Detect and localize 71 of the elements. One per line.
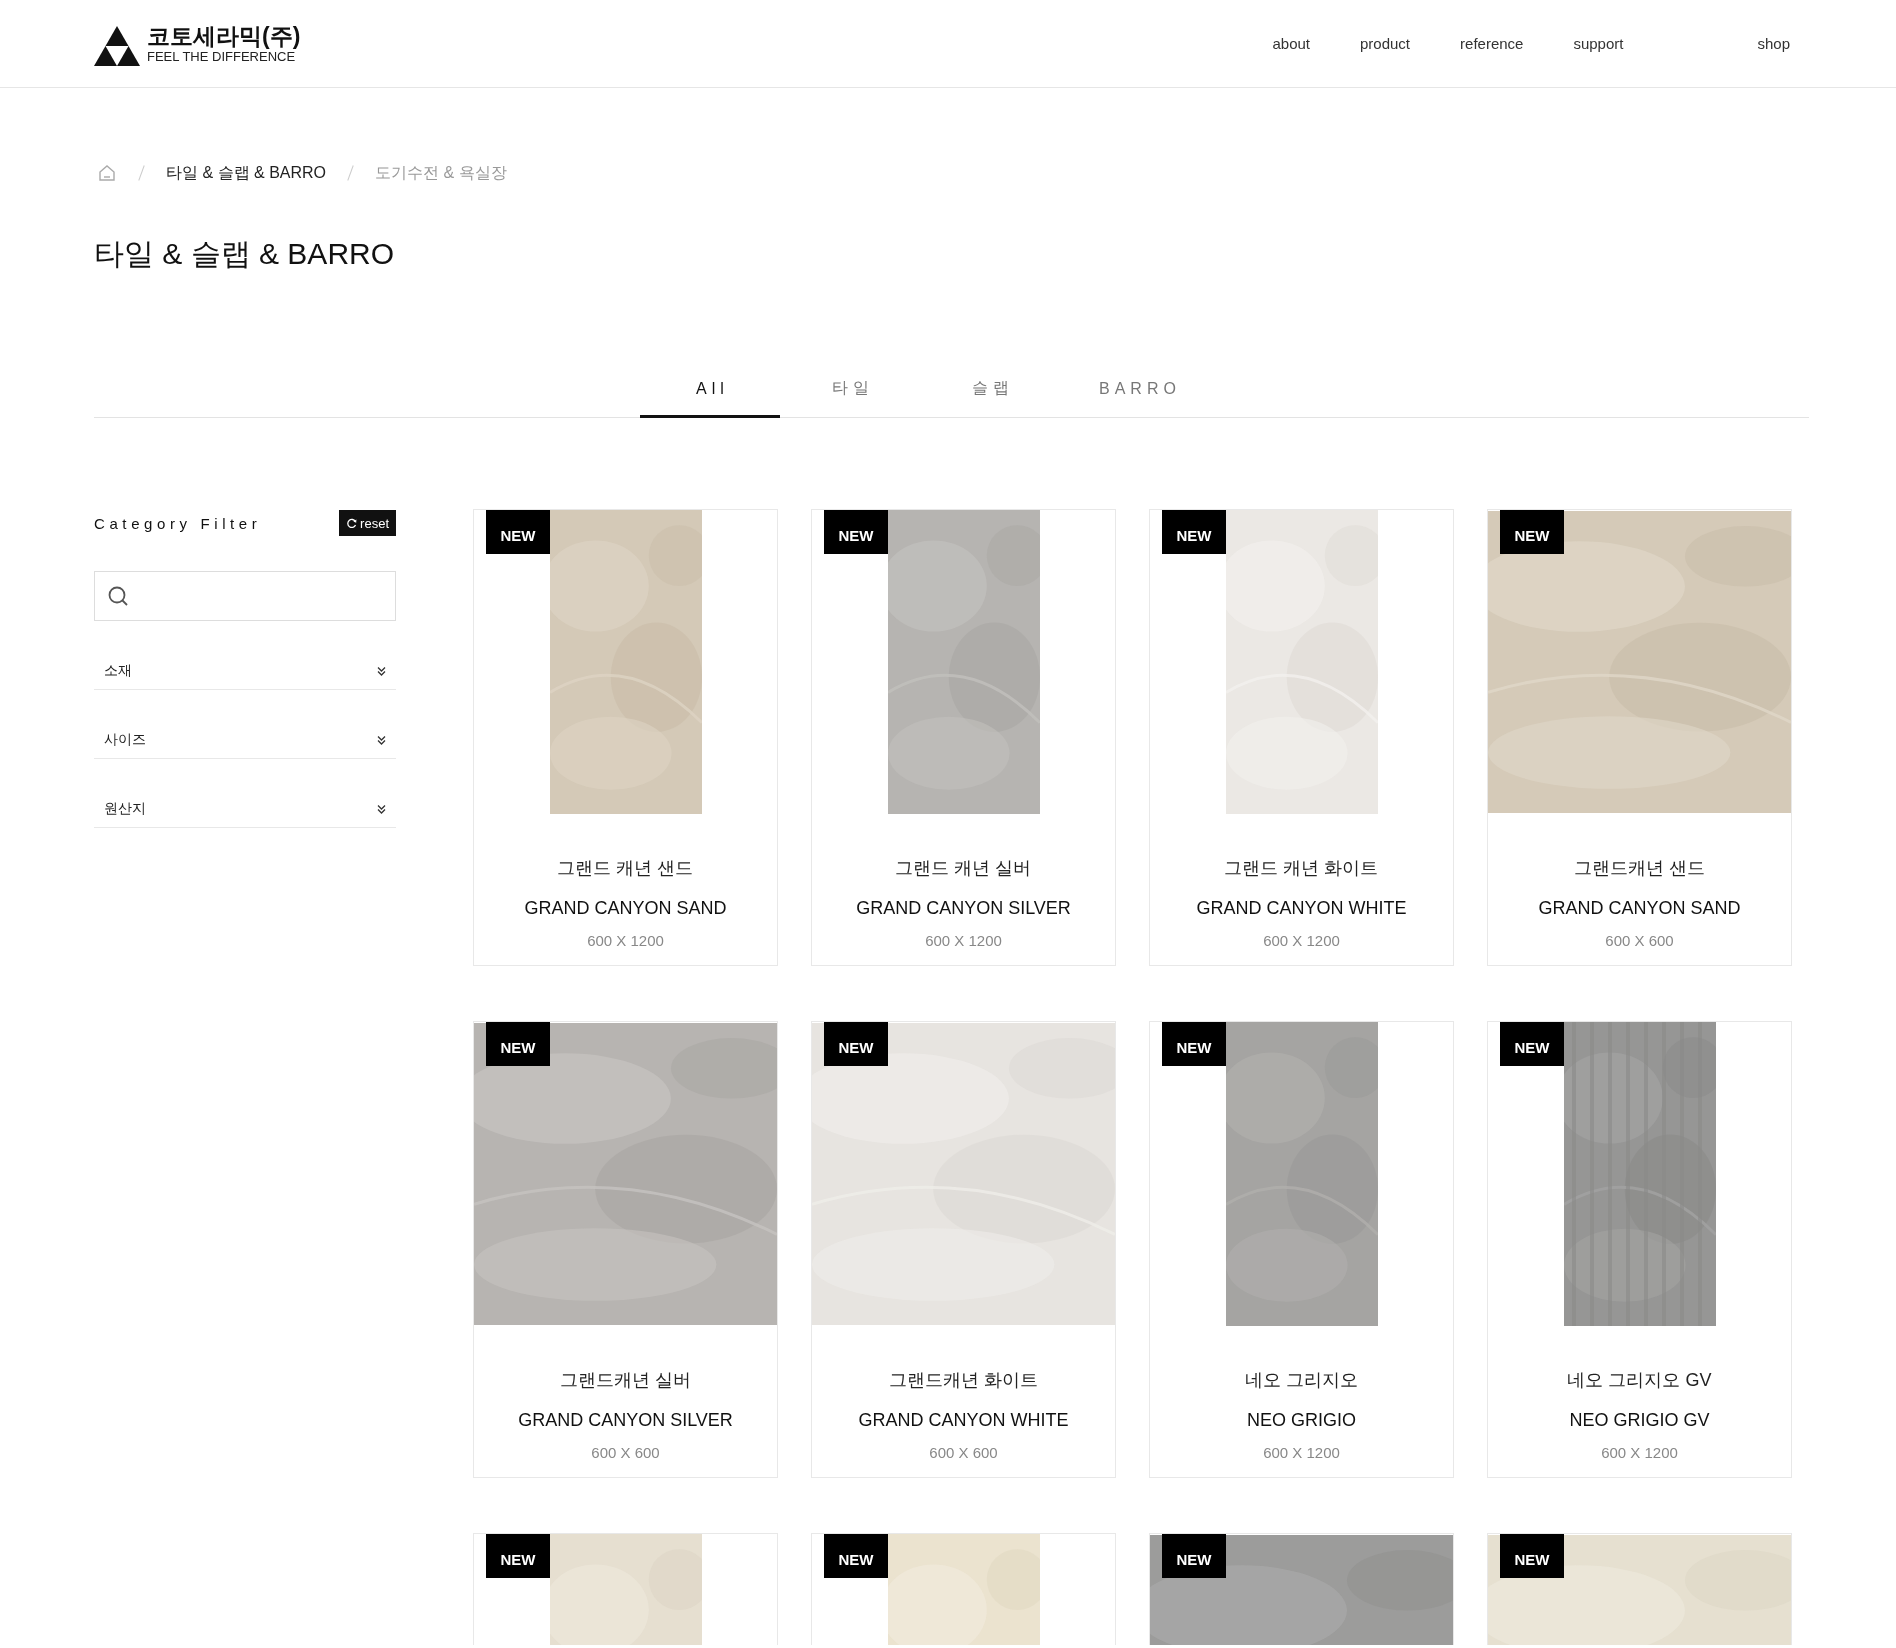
triangle-logo-icon xyxy=(94,25,140,66)
filter-title: Category Filter xyxy=(94,514,262,532)
nav-link[interactable]: about xyxy=(1272,35,1310,52)
product-card[interactable]: NEW 네오 그리지오 NEO GRIGIO 600 X 1200 xyxy=(1149,1021,1454,1478)
nav-link[interactable]: product xyxy=(1360,35,1411,52)
product-card[interactable]: NEW xyxy=(473,1533,778,1645)
new-badge: NEW xyxy=(824,510,888,554)
search-icon xyxy=(107,585,129,607)
category-tab[interactable]: BARRO xyxy=(1060,374,1215,418)
product-name-korean: 그랜드캐년 실버 xyxy=(560,1369,691,1392)
new-badge: NEW xyxy=(486,1534,550,1578)
new-badge: NEW xyxy=(1162,1022,1226,1066)
product-card[interactable]: NEW 그랜드캐년 실버 GRAND CANYON SILVER 600 X 600 xyxy=(473,1021,778,1478)
company-tagline: FEEL THE DIFFERENCE xyxy=(147,48,296,65)
new-badge: NEW xyxy=(1500,1534,1564,1578)
product-size: 600 X 1200 xyxy=(925,932,1002,949)
product-name-korean: 그랜드 캐년 화이트 xyxy=(1224,857,1379,880)
product-card[interactable]: NEW 네오 그리지오 GV NEO GRIGIO GV 600 X 1200 xyxy=(1487,1021,1792,1478)
product-name: GRAND CANYON SAND xyxy=(524,897,727,920)
new-badge: NEW xyxy=(1162,1534,1226,1578)
product-card[interactable]: NEW xyxy=(1487,1533,1792,1645)
new-badge: NEW xyxy=(824,1022,888,1066)
new-badge: NEW xyxy=(1500,510,1564,554)
product-name-korean: 네오 그리지오 GV xyxy=(1567,1369,1712,1392)
nav-link[interactable]: shop xyxy=(1757,35,1790,52)
product-name-korean: 그랜드캐년 샌드 xyxy=(1574,857,1705,880)
product-size: 600 X 600 xyxy=(1605,932,1674,949)
category-tab[interactable]: 슬랩 xyxy=(920,374,1060,418)
product-size: 600 X 1200 xyxy=(587,932,664,949)
category-tab[interactable]: 타일 xyxy=(780,374,920,418)
home-icon xyxy=(97,163,117,183)
product-card[interactable]: NEW 그랜드 캐년 실버 GRAND CANYON SILVER 600 X 1200 xyxy=(811,509,1116,966)
product-size: 600 X 1200 xyxy=(1601,1444,1678,1461)
new-badge: NEW xyxy=(1162,510,1226,554)
product-name: NEO GRIGIO GV xyxy=(1569,1409,1710,1432)
product-name-korean: 네오 그리지오 xyxy=(1245,1369,1358,1392)
product-name: GRAND CANYON SILVER xyxy=(518,1409,733,1432)
breadcrumb-link[interactable]: 타일 & 슬랩 & BARRO xyxy=(166,162,327,184)
product-card[interactable]: NEW 그랜드캐년 화이트 GRAND CANYON WHITE 600 X 600 xyxy=(811,1021,1116,1478)
product-name-korean: 그랜드캐년 화이트 xyxy=(889,1369,1038,1392)
product-card[interactable]: NEW 그랜드 캐년 샌드 GRAND CANYON SAND 600 X 1200 xyxy=(473,509,778,966)
product-name-korean: 그랜드 캐년 샌드 xyxy=(557,857,694,880)
new-badge: NEW xyxy=(486,510,550,554)
product-name-korean: 그랜드 캐년 실버 xyxy=(895,857,1032,880)
nav-link[interactable]: reference xyxy=(1460,35,1524,52)
new-badge: NEW xyxy=(824,1534,888,1578)
category-tab[interactable]: All xyxy=(640,374,780,418)
filter-dropdown-label[interactable]: 원산지 xyxy=(104,800,146,818)
refresh-icon xyxy=(346,517,358,529)
product-name: GRAND CANYON WHITE xyxy=(858,1409,1069,1432)
product-card[interactable]: NEW 그랜드캐년 샌드 GRAND CANYON SAND 600 X 600 xyxy=(1487,509,1792,966)
product-size: 600 X 600 xyxy=(929,1444,998,1461)
page-title: 타일 & 슬랩 & BARRO xyxy=(94,236,396,272)
new-badge: NEW xyxy=(486,1022,550,1066)
product-card[interactable]: NEW xyxy=(1149,1533,1454,1645)
product-size: 600 X 1200 xyxy=(1263,932,1340,949)
company-name: 코토세라믹(주) xyxy=(147,22,301,49)
product-name: NEO GRIGIO xyxy=(1247,1409,1356,1432)
reset-button[interactable]: reset xyxy=(339,510,396,536)
product-name: GRAND CANYON SAND xyxy=(1538,897,1741,920)
filter-dropdown-label[interactable]: 사이즈 xyxy=(104,731,146,749)
product-name: GRAND CANYON SILVER xyxy=(856,897,1071,920)
product-card[interactable]: NEW xyxy=(811,1533,1116,1645)
new-badge: NEW xyxy=(1500,1022,1564,1066)
search-field[interactable] xyxy=(94,571,396,621)
product-name: GRAND CANYON WHITE xyxy=(1196,897,1407,920)
product-size: 600 X 1200 xyxy=(1263,1444,1340,1461)
filter-dropdown-label[interactable]: 소재 xyxy=(104,662,132,680)
product-size: 600 X 600 xyxy=(591,1444,660,1461)
nav-link[interactable]: support xyxy=(1573,35,1624,52)
product-card[interactable]: NEW 그랜드 캐년 화이트 GRAND CANYON WHITE 600 X 1200 xyxy=(1149,509,1454,966)
